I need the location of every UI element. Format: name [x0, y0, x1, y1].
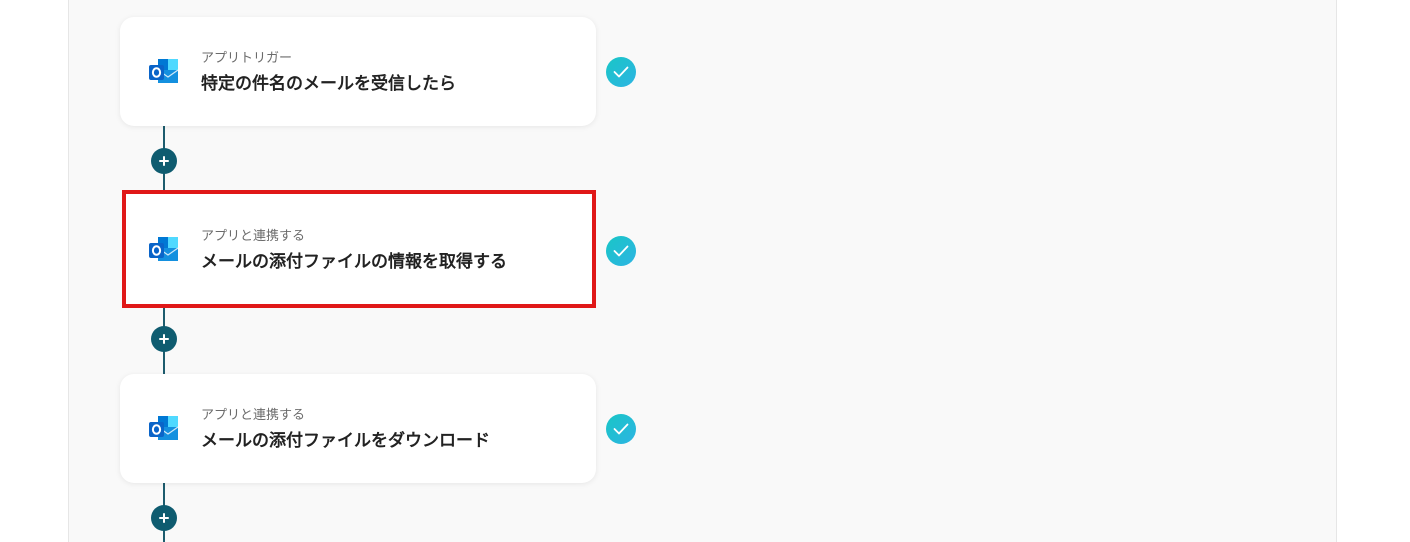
step-title: メールの添付ファイルをダウンロード	[201, 431, 490, 451]
outlook-icon	[149, 416, 179, 440]
add-step-button[interactable]	[151, 505, 177, 531]
flow-step-card[interactable]: アプリと連携する メールの添付ファイルをダウンロード	[120, 374, 596, 483]
step-title: 特定の件名のメールを受信したら	[201, 74, 456, 94]
step-type-label: アプリと連携する	[201, 229, 306, 244]
add-step-button[interactable]	[151, 326, 177, 352]
check-icon	[613, 423, 629, 435]
outlook-icon	[149, 59, 179, 83]
step-complete-badge	[606, 57, 636, 87]
outlook-icon	[149, 237, 179, 261]
plus-icon	[159, 513, 169, 523]
plus-icon	[159, 334, 169, 344]
step-type-label: アプリトリガー	[201, 51, 293, 66]
plus-icon	[159, 156, 169, 166]
flow-step-card-highlighted[interactable]: アプリと連携する メールの添付ファイルの情報を取得する	[122, 190, 596, 308]
check-icon	[613, 245, 629, 257]
step-title: メールの添付ファイルの情報を取得する	[201, 252, 507, 272]
step-type-label: アプリと連携する	[201, 408, 306, 423]
step-complete-badge	[606, 236, 636, 266]
step-complete-badge	[606, 414, 636, 444]
flow-step-card[interactable]: アプリトリガー 特定の件名のメールを受信したら	[120, 17, 596, 126]
add-step-button[interactable]	[151, 148, 177, 174]
check-icon	[613, 66, 629, 78]
